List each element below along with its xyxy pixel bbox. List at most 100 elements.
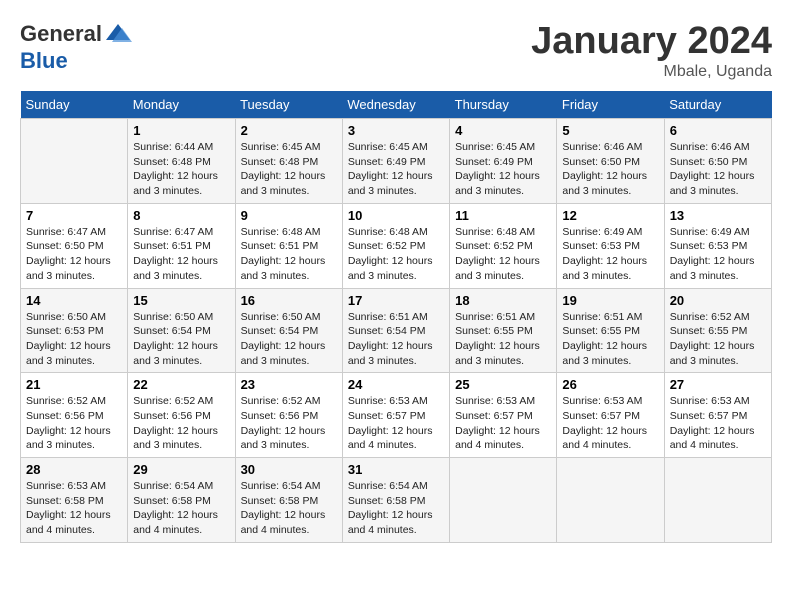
cell-content: Sunrise: 6:45 AMSunset: 6:49 PMDaylight:… [455,140,551,199]
calendar-cell [21,119,128,204]
day-number: 8 [133,208,229,223]
cell-content: Sunrise: 6:51 AMSunset: 6:54 PMDaylight:… [348,310,444,369]
day-number: 2 [241,123,337,138]
cell-content: Sunrise: 6:54 AMSunset: 6:58 PMDaylight:… [241,479,337,538]
calendar-cell: 21 Sunrise: 6:52 AMSunset: 6:56 PMDayligh… [21,373,128,458]
calendar-cell: 31 Sunrise: 6:54 AMSunset: 6:58 PMDayligh… [342,458,449,543]
calendar-cell: 3 Sunrise: 6:45 AMSunset: 6:49 PMDaylight… [342,119,449,204]
day-number: 19 [562,293,658,308]
calendar-cell: 25 Sunrise: 6:53 AMSunset: 6:57 PMDayligh… [450,373,557,458]
cell-content: Sunrise: 6:53 AMSunset: 6:57 PMDaylight:… [670,394,766,453]
day-number: 4 [455,123,551,138]
day-number: 15 [133,293,229,308]
calendar-cell: 10 Sunrise: 6:48 AMSunset: 6:52 PMDayligh… [342,203,449,288]
header-day: Friday [557,91,664,119]
day-number: 21 [26,377,122,392]
calendar-cell [557,458,664,543]
calendar-cell: 2 Sunrise: 6:45 AMSunset: 6:48 PMDaylight… [235,119,342,204]
calendar-cell: 12 Sunrise: 6:49 AMSunset: 6:53 PMDayligh… [557,203,664,288]
title-area: January 2024 Mbale, Uganda [531,20,772,81]
day-number: 24 [348,377,444,392]
cell-content: Sunrise: 6:53 AMSunset: 6:57 PMDaylight:… [455,394,551,453]
calendar-cell: 30 Sunrise: 6:54 AMSunset: 6:58 PMDayligh… [235,458,342,543]
cell-content: Sunrise: 6:52 AMSunset: 6:56 PMDaylight:… [241,394,337,453]
calendar-table: SundayMondayTuesdayWednesdayThursdayFrid… [20,91,772,543]
header-row: SundayMondayTuesdayWednesdayThursdayFrid… [21,91,772,119]
day-number: 25 [455,377,551,392]
cell-content: Sunrise: 6:54 AMSunset: 6:58 PMDaylight:… [133,479,229,538]
calendar-cell: 29 Sunrise: 6:54 AMSunset: 6:58 PMDayligh… [128,458,235,543]
calendar-cell: 15 Sunrise: 6:50 AMSunset: 6:54 PMDayligh… [128,288,235,373]
cell-content: Sunrise: 6:45 AMSunset: 6:48 PMDaylight:… [241,140,337,199]
cell-content: Sunrise: 6:48 AMSunset: 6:51 PMDaylight:… [241,225,337,284]
day-number: 29 [133,462,229,477]
calendar-week-row: 28 Sunrise: 6:53 AMSunset: 6:58 PMDayligh… [21,458,772,543]
cell-content: Sunrise: 6:53 AMSunset: 6:58 PMDaylight:… [26,479,122,538]
calendar-cell: 8Sunrise: 6:47 AMSunset: 6:51 PMDaylight… [128,203,235,288]
header-day: Sunday [21,91,128,119]
calendar-cell: 28 Sunrise: 6:53 AMSunset: 6:58 PMDayligh… [21,458,128,543]
logo-blue-text: Blue [20,48,68,74]
day-number: 22 [133,377,229,392]
page-header: General Blue January 2024 Mbale, Uganda [20,20,772,81]
day-number: 12 [562,208,658,223]
day-number: 23 [241,377,337,392]
cell-content: Sunrise: 6:52 AMSunset: 6:56 PMDaylight:… [133,394,229,453]
cell-content: Sunrise: 6:50 AMSunset: 6:54 PMDaylight:… [133,310,229,369]
day-number: 1 [133,123,229,138]
day-number: 30 [241,462,337,477]
calendar-cell: 5 Sunrise: 6:46 AMSunset: 6:50 PMDaylight… [557,119,664,204]
day-number: 6 [670,123,766,138]
calendar-cell: 19 Sunrise: 6:51 AMSunset: 6:55 PMDayligh… [557,288,664,373]
header-day: Monday [128,91,235,119]
cell-content: Sunrise: 6:54 AMSunset: 6:58 PMDaylight:… [348,479,444,538]
cell-content: Sunrise: 6:46 AMSunset: 6:50 PMDaylight:… [562,140,658,199]
day-number: 10 [348,208,444,223]
cell-content: Sunrise: 6:48 AMSunset: 6:52 PMDaylight:… [455,225,551,284]
day-number: 16 [241,293,337,308]
day-number: 3 [348,123,444,138]
calendar-cell [450,458,557,543]
cell-content: Sunrise: 6:50 AMSunset: 6:54 PMDaylight:… [241,310,337,369]
cell-content: Sunrise: 6:49 AMSunset: 6:53 PMDaylight:… [670,225,766,284]
day-number: 11 [455,208,551,223]
calendar-cell: 23 Sunrise: 6:52 AMSunset: 6:56 PMDayligh… [235,373,342,458]
calendar-cell: 26Sunrise: 6:53 AMSunset: 6:57 PMDayligh… [557,373,664,458]
header-day: Wednesday [342,91,449,119]
cell-content: Sunrise: 6:53 AMSunset: 6:57 PMDaylight:… [562,394,658,453]
cell-content: Sunrise: 6:45 AMSunset: 6:49 PMDaylight:… [348,140,444,199]
calendar-cell: 24 Sunrise: 6:53 AMSunset: 6:57 PMDayligh… [342,373,449,458]
calendar-cell: 6 Sunrise: 6:46 AMSunset: 6:50 PMDaylight… [664,119,771,204]
cell-content: Sunrise: 6:52 AMSunset: 6:56 PMDaylight:… [26,394,122,453]
day-number: 7 [26,208,122,223]
calendar-cell: 18 Sunrise: 6:51 AMSunset: 6:55 PMDayligh… [450,288,557,373]
cell-content: Sunrise: 6:49 AMSunset: 6:53 PMDaylight:… [562,225,658,284]
calendar-cell: 22 Sunrise: 6:52 AMSunset: 6:56 PMDayligh… [128,373,235,458]
logo-icon [104,20,132,48]
calendar-cell [664,458,771,543]
cell-content: Sunrise: 6:53 AMSunset: 6:57 PMDaylight:… [348,394,444,453]
calendar-cell: 1Sunrise: 6:44 AMSunset: 6:48 PMDaylight… [128,119,235,204]
day-number: 18 [455,293,551,308]
cell-content: Sunrise: 6:51 AMSunset: 6:55 PMDaylight:… [455,310,551,369]
cell-content: Sunrise: 6:48 AMSunset: 6:52 PMDaylight:… [348,225,444,284]
calendar-cell: 4 Sunrise: 6:45 AMSunset: 6:49 PMDaylight… [450,119,557,204]
calendar-cell: 13Sunrise: 6:49 AMSunset: 6:53 PMDayligh… [664,203,771,288]
day-number: 5 [562,123,658,138]
logo: General Blue [20,20,132,74]
day-number: 28 [26,462,122,477]
day-number: 27 [670,377,766,392]
calendar-cell: 11 Sunrise: 6:48 AMSunset: 6:52 PMDayligh… [450,203,557,288]
cell-content: Sunrise: 6:46 AMSunset: 6:50 PMDaylight:… [670,140,766,199]
day-number: 14 [26,293,122,308]
logo-general-text: General [20,21,102,47]
calendar-cell: 7Sunrise: 6:47 AMSunset: 6:50 PMDaylight… [21,203,128,288]
calendar-cell: 17Sunrise: 6:51 AMSunset: 6:54 PMDayligh… [342,288,449,373]
header-day: Saturday [664,91,771,119]
calendar-week-row: 21 Sunrise: 6:52 AMSunset: 6:56 PMDayligh… [21,373,772,458]
calendar-week-row: 1Sunrise: 6:44 AMSunset: 6:48 PMDaylight… [21,119,772,204]
header-day: Thursday [450,91,557,119]
calendar-cell: 14Sunrise: 6:50 AMSunset: 6:53 PMDayligh… [21,288,128,373]
cell-content: Sunrise: 6:51 AMSunset: 6:55 PMDaylight:… [562,310,658,369]
day-number: 31 [348,462,444,477]
